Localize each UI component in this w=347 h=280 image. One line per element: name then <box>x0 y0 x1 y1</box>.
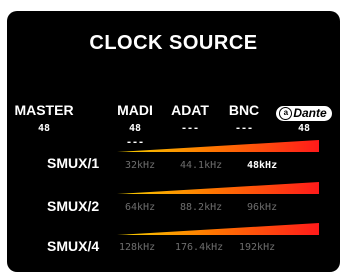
smux2-label[interactable]: SMUX/2 <box>47 198 121 214</box>
smux2-rate-bar <box>117 182 319 194</box>
rate-96khz[interactable]: 96kHz <box>247 202 277 213</box>
rate-192khz[interactable]: 192kHz <box>239 242 275 253</box>
source-dante[interactable]: a Dante 48 <box>268 101 340 136</box>
rate-64khz[interactable]: 64kHz <box>125 202 155 213</box>
clock-source-panel: CLOCK SOURCE MASTER 48 MADI 48 --- ADAT … <box>7 11 340 272</box>
rate-48khz[interactable]: 48kHz <box>247 160 277 171</box>
source-rate: 48 <box>37 123 51 134</box>
panel-title: CLOCK SOURCE <box>89 32 258 54</box>
smux4-label[interactable]: SMUX/4 <box>47 238 121 254</box>
dante-logo-icon: a Dante <box>276 105 332 121</box>
smux4-rate-bar <box>117 223 319 235</box>
rate-44-1khz[interactable]: 44.1kHz <box>180 160 222 171</box>
source-label: MASTER <box>14 102 74 118</box>
rate-88-2khz[interactable]: 88.2kHz <box>180 202 222 213</box>
source-rate: 48 <box>297 123 311 134</box>
rate-176-4khz[interactable]: 176.4kHz <box>175 242 223 253</box>
source-master[interactable]: MASTER 48 <box>8 101 80 136</box>
rate-128khz[interactable]: 128kHz <box>119 242 155 253</box>
smux1-label[interactable]: SMUX/1 <box>47 155 121 171</box>
smux1-rate-bar <box>117 140 319 152</box>
dante-label: Dante <box>293 106 327 120</box>
rate-32khz[interactable]: 32kHz <box>125 160 155 171</box>
